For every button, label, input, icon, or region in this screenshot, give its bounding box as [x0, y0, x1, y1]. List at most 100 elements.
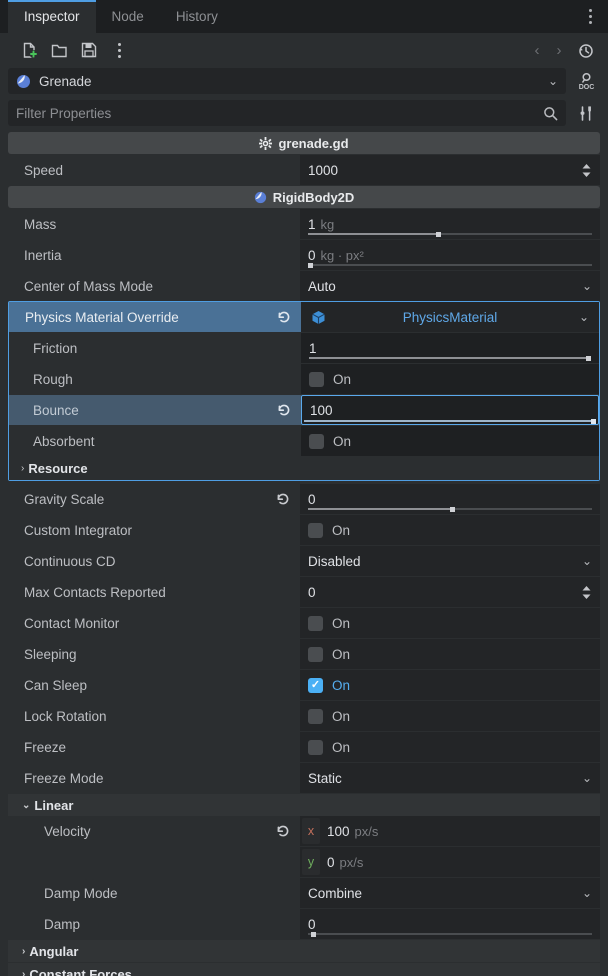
value-damp-mode: Combine: [308, 885, 363, 901]
subsection-linear[interactable]: ⌄ Linear: [8, 794, 600, 816]
field-gravity-scale[interactable]: 0: [300, 484, 600, 514]
field-rough[interactable]: On: [301, 364, 599, 394]
tools-icon[interactable]: [572, 100, 600, 126]
field-lock-rotation[interactable]: On: [300, 701, 600, 731]
field-damp[interactable]: 0: [300, 909, 600, 939]
slider-inertia[interactable]: [308, 262, 592, 268]
chevron-down-icon[interactable]: ⌄: [582, 771, 592, 785]
dropdown-continuous-cd[interactable]: Disabled ⌄: [300, 546, 600, 576]
slider-bounce[interactable]: [304, 418, 596, 424]
checkbox-freeze[interactable]: [308, 739, 323, 755]
value-max-contacts-reported: 0: [308, 584, 316, 600]
chevron-right-icon[interactable]: ›: [22, 946, 25, 957]
field-custom-integrator[interactable]: On: [300, 515, 600, 545]
revert-icon[interactable]: [276, 492, 290, 506]
slider-damp[interactable]: [308, 931, 592, 937]
node-selector[interactable]: Grenade ⌄: [8, 68, 566, 94]
chevron-down-icon[interactable]: ⌄: [582, 279, 592, 293]
checkbox-lock-rotation[interactable]: [308, 708, 323, 724]
checkbox-rough[interactable]: [309, 371, 324, 387]
label-text: Physics Material Override: [25, 309, 179, 325]
field-inertia[interactable]: 0 kg · px²: [300, 240, 600, 270]
slider-mass[interactable]: [308, 231, 592, 237]
field-velocity-x[interactable]: x 100 px/s: [300, 816, 600, 846]
row-velocity-x: Velocity x 100 px/s: [8, 816, 600, 846]
label-velocity-y-spacer: [8, 847, 300, 877]
chevron-right-icon[interactable]: ›: [21, 463, 24, 474]
tab-inspector[interactable]: Inspector: [8, 0, 96, 33]
checkbox-sleeping[interactable]: [308, 646, 323, 662]
revert-icon[interactable]: [277, 310, 291, 324]
dropdown-freeze-mode[interactable]: Static ⌄: [300, 763, 600, 793]
slider-gravity-scale[interactable]: [308, 506, 592, 512]
chevron-down-icon[interactable]: ⌄: [579, 310, 589, 324]
new-resource-icon[interactable]: [14, 36, 44, 64]
field-friction[interactable]: 1: [301, 333, 599, 363]
chevron-down-icon[interactable]: ⌄: [22, 800, 30, 811]
label-max-contacts-reported: Max Contacts Reported: [8, 577, 300, 607]
row-speed: Speed 1000: [8, 155, 600, 185]
checkbox-can-sleep[interactable]: [308, 677, 323, 693]
rigidbody2d-icon: [16, 74, 31, 89]
history-icon[interactable]: [570, 36, 600, 64]
field-mass[interactable]: 1 kg: [300, 209, 600, 239]
svg-text:DOC: DOC: [578, 84, 594, 90]
tab-node[interactable]: Node: [96, 0, 160, 33]
label-bounce: Bounce: [9, 395, 301, 425]
value-custom-integrator: On: [332, 522, 351, 538]
checkbox-absorbent[interactable]: [309, 433, 324, 449]
label-freeze-mode: Freeze Mode: [8, 763, 300, 793]
revert-icon[interactable]: [277, 403, 291, 417]
section-header-script[interactable]: grenade.gd: [8, 132, 600, 154]
tab-inspector-label: Inspector: [24, 9, 80, 24]
chevron-down-icon[interactable]: ⌄: [582, 886, 592, 900]
subsection-resource[interactable]: › Resource: [9, 456, 599, 480]
field-bounce[interactable]: 100: [301, 395, 599, 425]
label-inertia: Inertia: [8, 240, 300, 270]
search-input[interactable]: Filter Properties: [8, 100, 566, 126]
label-damp-mode: Damp Mode: [8, 878, 300, 908]
value-damp: 0: [308, 916, 316, 932]
value-mass: 1: [308, 216, 316, 232]
row-sleeping: Sleeping On: [8, 639, 600, 669]
dropdown-damp-mode[interactable]: Combine ⌄: [300, 878, 600, 908]
row-physics-material-override[interactable]: Physics Material Override PhysicsMateria…: [9, 302, 599, 332]
dropdown-center-of-mass-mode[interactable]: Auto ⌄: [300, 271, 600, 301]
open-folder-icon[interactable]: [44, 36, 74, 64]
save-icon[interactable]: [74, 36, 104, 64]
spinner-speed[interactable]: [581, 163, 592, 178]
label-text: Bounce: [33, 402, 79, 418]
value-can-sleep: On: [332, 677, 351, 693]
section-header-rigidbody2d[interactable]: RigidBody2D: [8, 186, 600, 208]
field-can-sleep[interactable]: On: [300, 670, 600, 700]
tool-menu-icon[interactable]: [104, 36, 134, 64]
checkbox-custom-integrator[interactable]: [308, 522, 323, 538]
unit-velocity-y: px/s: [339, 854, 364, 870]
field-velocity-y[interactable]: y 0 px/s: [300, 847, 600, 877]
field-sleeping[interactable]: On: [300, 639, 600, 669]
checkbox-contact-monitor[interactable]: [308, 615, 323, 631]
tab-history[interactable]: History: [160, 0, 234, 33]
chevron-down-icon[interactable]: ⌄: [582, 554, 592, 568]
label-text: Velocity: [44, 823, 91, 839]
spinner-max-contacts-reported[interactable]: [581, 585, 592, 600]
subsection-angular[interactable]: › Angular: [8, 940, 600, 962]
nav-forward-icon[interactable]: ›: [548, 42, 570, 59]
search-icon[interactable]: [543, 106, 558, 121]
field-contact-monitor[interactable]: On: [300, 608, 600, 638]
field-speed[interactable]: 1000: [300, 155, 600, 185]
nav-back-icon[interactable]: ‹: [526, 42, 548, 59]
field-freeze[interactable]: On: [300, 732, 600, 762]
slider-friction[interactable]: [309, 355, 591, 361]
field-max-contacts-reported[interactable]: 0: [300, 577, 600, 607]
field-absorbent[interactable]: On: [301, 426, 599, 456]
kebab-menu-icon[interactable]: [578, 0, 602, 33]
chevron-down-icon[interactable]: ⌄: [548, 74, 558, 88]
value-inertia: 0: [308, 247, 316, 263]
inspector-panel: ‹ › Grenade ⌄ DOC Filter Properties gren…: [0, 33, 608, 976]
subsection-constant-forces[interactable]: › Constant Forces: [8, 963, 600, 976]
revert-icon[interactable]: [276, 824, 290, 838]
open-docs-icon[interactable]: DOC: [572, 68, 600, 94]
chevron-right-icon[interactable]: ›: [22, 969, 25, 976]
field-physics-material-override[interactable]: PhysicsMaterial ⌄: [301, 302, 599, 332]
